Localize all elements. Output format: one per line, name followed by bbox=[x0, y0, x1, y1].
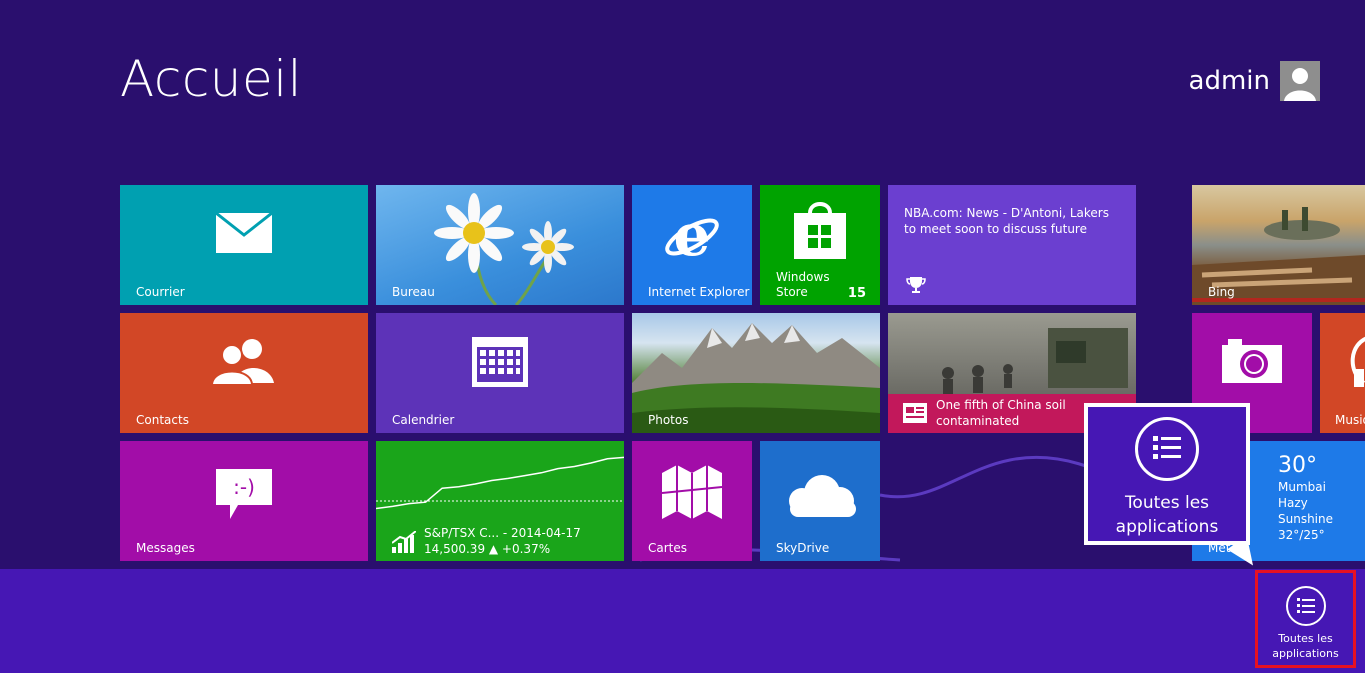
notification-badge: 15 bbox=[847, 286, 866, 301]
tile-skydrive[interactable]: SkyDrive bbox=[760, 441, 880, 561]
finance-index-value: 14,500.39 ▲ +0.37% bbox=[424, 542, 551, 556]
camera-icon bbox=[1222, 339, 1282, 383]
all-apps-callout: Toutes les applications bbox=[1084, 403, 1250, 545]
tile-cartes[interactable]: Cartes bbox=[632, 441, 752, 561]
tile-label: Internet Explorer bbox=[648, 285, 750, 299]
user-avatar-icon bbox=[1280, 61, 1320, 101]
finance-info: S&P/TSX C... - 2014-04-17 14,500.39 ▲ +0… bbox=[424, 525, 581, 557]
tile-internet-explorer[interactable]: e Internet Explorer bbox=[632, 185, 752, 305]
tile-label: Cartes bbox=[648, 541, 688, 555]
calendar-icon bbox=[472, 337, 528, 387]
tile-label: Courrier bbox=[136, 285, 185, 299]
tile-photos[interactable]: Photos bbox=[632, 313, 880, 433]
weather-range: 32°/25° bbox=[1278, 528, 1325, 542]
page-title: Accueil bbox=[120, 50, 303, 108]
finance-sparkline bbox=[376, 456, 624, 510]
messaging-icon: :-) bbox=[216, 469, 272, 519]
daisy-wallpaper-icon bbox=[434, 193, 574, 305]
list-icon bbox=[1285, 586, 1326, 626]
trophy-icon bbox=[906, 277, 926, 293]
news-headline: One fifth of China soil contaminated bbox=[936, 398, 1066, 428]
weather-city: Mumbai bbox=[1278, 480, 1326, 494]
tile-musique[interactable]: Musiq bbox=[1320, 313, 1365, 433]
tile-calendrier[interactable]: Calendrier bbox=[376, 313, 624, 433]
tile-label: Photos bbox=[648, 413, 689, 427]
tile-bing[interactable]: Bing bbox=[1192, 185, 1365, 305]
headphones-icon bbox=[1350, 336, 1365, 387]
tile-label: Messages bbox=[136, 541, 195, 555]
tile-finance[interactable]: S&P/TSX C... - 2014-04-17 14,500.39 ▲ +0… bbox=[376, 441, 624, 561]
tile-courrier[interactable]: Courrier bbox=[120, 185, 368, 305]
people-icon bbox=[212, 339, 274, 385]
cloud-icon bbox=[789, 475, 856, 517]
internet-explorer-icon: e bbox=[665, 205, 719, 265]
tile-nba-news[interactable]: NBA.com: News - D'Antoni, Lakers to meet… bbox=[888, 185, 1136, 305]
tile-label: SkyDrive bbox=[776, 541, 830, 555]
user-account[interactable]: admin bbox=[1189, 61, 1320, 101]
all-apps-label: Toutes les applications bbox=[1272, 632, 1339, 660]
weather-info: 30° Mumbai Hazy Sunshine 32°/25° bbox=[1278, 453, 1365, 543]
tile-label: Calendrier bbox=[392, 413, 455, 427]
news-photo-icon bbox=[942, 328, 1128, 395]
svg-text::-): :-) bbox=[233, 475, 255, 499]
maps-icon bbox=[662, 465, 722, 519]
tile-messages[interactable]: :-) Messages bbox=[120, 441, 368, 561]
tile-windows-store[interactable]: Windows Store 15 bbox=[760, 185, 880, 305]
app-bar bbox=[0, 569, 1365, 673]
tile-label: Musiq bbox=[1335, 413, 1365, 427]
tile-bureau[interactable]: Bureau bbox=[376, 185, 624, 305]
store-bag-icon bbox=[794, 202, 846, 259]
user-name: admin bbox=[1188, 66, 1270, 96]
all-apps-button[interactable]: Toutes les applications bbox=[1255, 570, 1356, 668]
tile-label: Bing bbox=[1208, 285, 1235, 299]
tile-label: Contacts bbox=[136, 413, 189, 427]
news-headline: NBA.com: News - D'Antoni, Lakers to meet… bbox=[904, 206, 1109, 236]
callout-label: Toutes les applications bbox=[1115, 493, 1219, 537]
weather-condition: Hazy Sunshine bbox=[1278, 496, 1334, 526]
finance-index-label: S&P/TSX C... - 2014-04-17 bbox=[424, 526, 581, 540]
tile-contacts[interactable]: Contacts bbox=[120, 313, 368, 433]
weather-temperature: 30° bbox=[1278, 453, 1317, 478]
news-icon bbox=[903, 403, 927, 423]
tile-label: Bureau bbox=[392, 285, 435, 299]
finance-chart-icon bbox=[392, 531, 416, 553]
tile-label: Windows Store bbox=[776, 270, 830, 299]
list-icon bbox=[1135, 417, 1199, 481]
mail-icon bbox=[216, 213, 272, 253]
